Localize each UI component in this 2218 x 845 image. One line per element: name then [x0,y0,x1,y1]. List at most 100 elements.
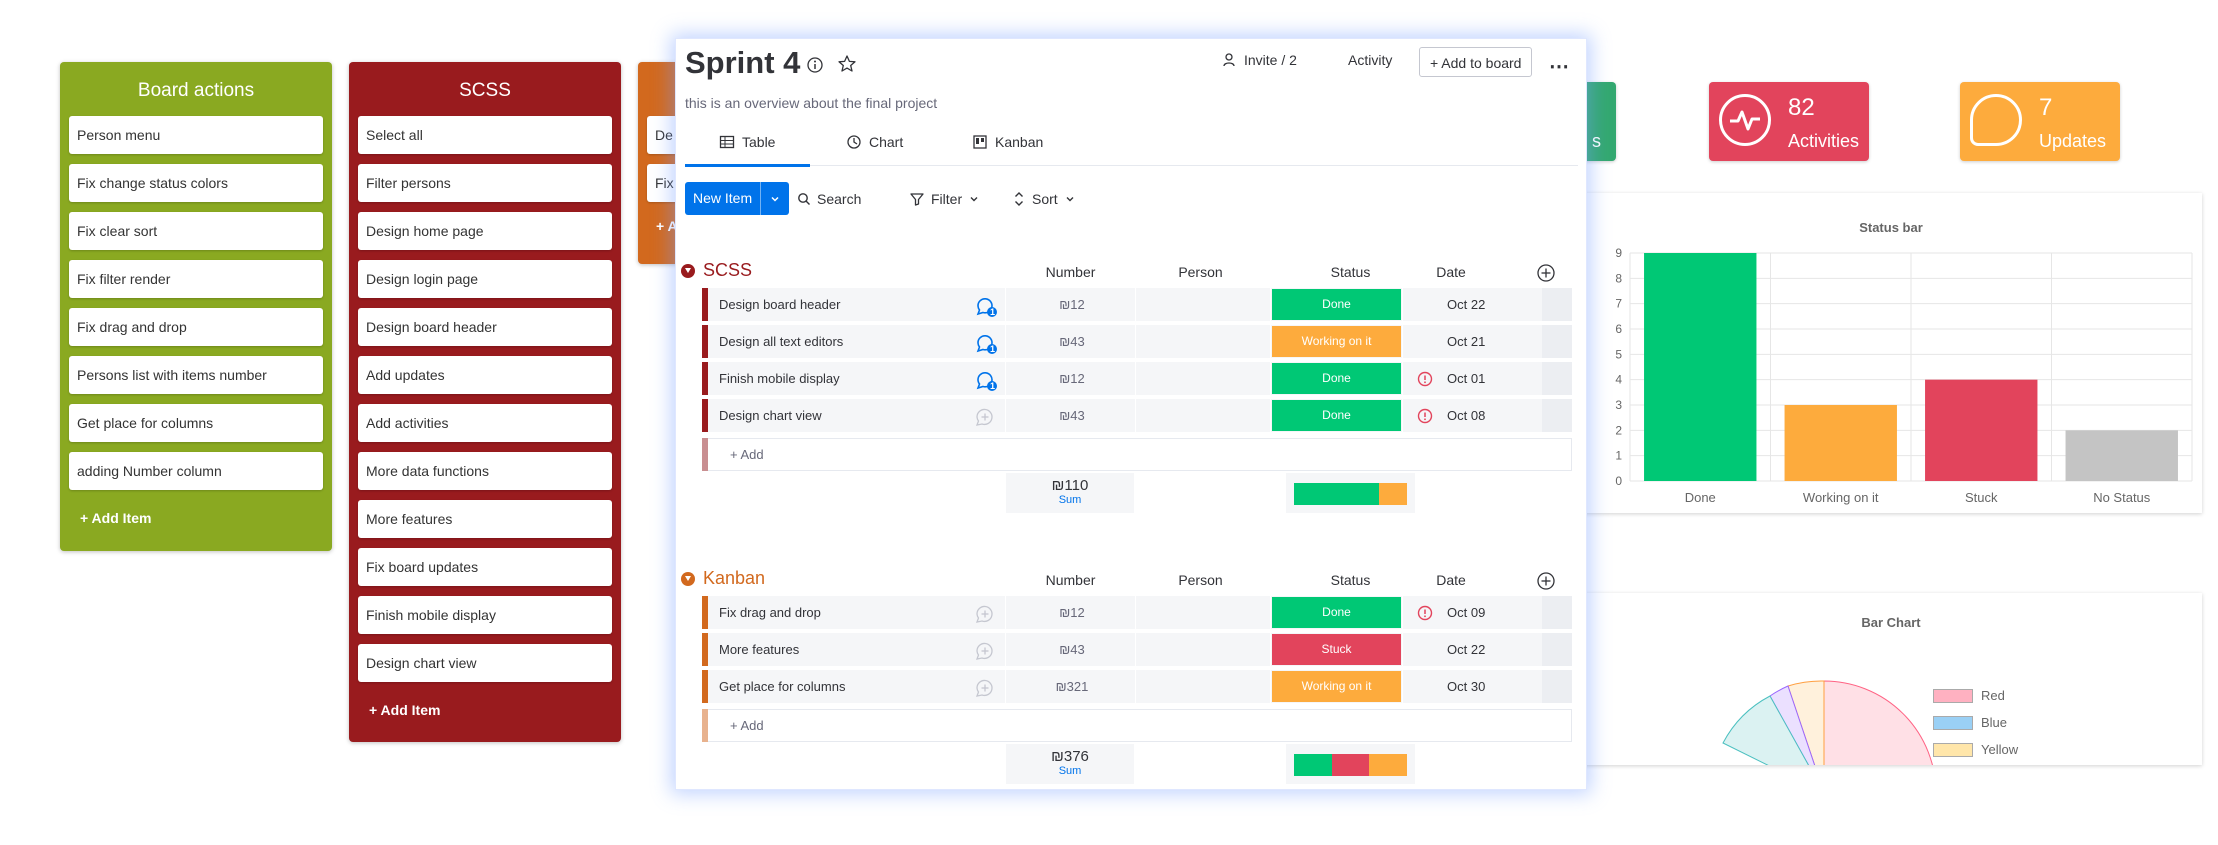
kanban-card[interactable]: More data functions [358,452,612,490]
add-to-board-button[interactable]: + Add to board [1419,47,1533,77]
number-cell[interactable]: ₪43 [1012,325,1132,358]
alert-icon[interactable] [1417,408,1433,424]
kanban-card[interactable]: Filter persons [358,164,612,202]
table-row[interactable]: More features ₪43 Stuck Oct 22 [702,633,1572,668]
new-item-button[interactable]: New Item [685,182,790,215]
alert-icon[interactable] [1417,605,1433,621]
search-button[interactable]: Search [797,182,861,215]
more-icon[interactable]: ⋯ [1549,54,1570,79]
kanban-card[interactable]: Persons list with items number [69,356,323,394]
star-icon[interactable] [837,54,857,79]
table-row[interactable]: Finish mobile display 1 ₪12 Done Oct 01 [702,362,1572,397]
kanban-card[interactable]: Fix drag and drop [69,308,323,346]
col-header-status[interactable]: Status [1286,572,1415,588]
kanban-card[interactable]: Finish mobile display [358,596,612,634]
kanban-card[interactable]: Design board header [358,308,612,346]
add-item-button[interactable]: + Add Item [60,500,332,544]
col-header-date[interactable]: Date [1416,572,1486,588]
col-header-number[interactable]: Number [1006,572,1135,588]
updates-icon[interactable]: 1 [975,333,997,354]
date-cell[interactable]: Oct 01 [1447,362,1507,395]
number-cell[interactable]: ₪43 [1012,633,1132,666]
item-name[interactable]: Get place for columns [719,670,845,703]
status-cell[interactable]: Working on it [1272,326,1401,357]
item-name[interactable]: Design chart view [719,399,822,432]
kanban-card[interactable]: Select all [358,116,612,154]
kanban-card[interactable]: Person menu [69,116,323,154]
status-cell[interactable]: Stuck [1272,634,1401,665]
updates-icon[interactable]: 1 [975,370,997,391]
legend-item[interactable]: Blue [1933,715,2018,730]
add-item-button[interactable]: + Add Item [349,692,621,736]
chevron-down-icon[interactable] [681,263,695,278]
item-name[interactable]: Design all text editors [719,325,843,358]
item-name[interactable]: More features [719,633,799,666]
status-cell[interactable]: Done [1272,400,1401,431]
status-cell[interactable]: Working on it [1272,671,1401,702]
col-header-person[interactable]: Person [1136,264,1265,280]
kanban-card[interactable]: Design login page [358,260,612,298]
info-icon[interactable] [806,56,824,79]
status-cell[interactable]: Done [1272,363,1401,394]
table-row[interactable]: Get place for columns ₪321 Working on it Oc… [702,670,1572,705]
item-name[interactable]: Fix drag and drop [719,596,821,629]
date-cell[interactable]: Oct 22 [1447,288,1507,321]
table-row[interactable]: Design all text editors 1 ₪43 Working on it… [702,325,1572,360]
kanban-card[interactable]: Design home page [358,212,612,250]
add-update-icon[interactable] [975,407,993,426]
date-cell[interactable]: Oct 30 [1447,670,1507,703]
group-title[interactable]: SCSS [681,260,752,281]
updates-icon[interactable]: 1 [975,296,997,317]
sort-button[interactable]: Sort [1012,182,1076,215]
table-row[interactable]: Design chart view ₪43 Done Oct 08 [702,399,1572,434]
add-item-row[interactable]: + Add [702,438,1572,471]
stat-updates[interactable]: 7 Updates [1960,82,2120,161]
item-name[interactable]: Design board header [719,288,840,321]
chevron-down-icon[interactable] [760,182,789,215]
status-cell[interactable]: Done [1272,289,1401,320]
kanban-card[interactable]: Fix change status colors [69,164,323,202]
kanban-card[interactable]: More features [358,500,612,538]
col-header-status[interactable]: Status [1286,264,1415,280]
add-column-icon[interactable] [1536,571,1556,596]
invite-button[interactable]: Invite / 2 [1222,52,1297,68]
kanban-card[interactable]: Add activities [358,404,612,442]
col-header-date[interactable]: Date [1416,264,1486,280]
alert-icon[interactable] [1417,371,1433,387]
number-cell[interactable]: ₪43 [1012,399,1132,432]
add-item-row[interactable]: + Add [702,709,1572,742]
legend-item[interactable]: Red [1933,688,2018,703]
date-cell[interactable]: Oct 22 [1447,633,1507,666]
add-update-icon[interactable] [975,604,993,623]
number-cell[interactable]: ₪12 [1012,288,1132,321]
board-title[interactable]: Sprint 4 [685,45,800,81]
legend-item[interactable]: Yellow [1933,742,2018,757]
number-cell[interactable]: ₪12 [1012,362,1132,395]
add-update-icon[interactable] [975,678,993,697]
table-row[interactable]: Design board header 1 ₪12 Done Oct 22 [702,288,1572,323]
tab-table[interactable]: Table [719,134,775,150]
kanban-card[interactable]: Fix board updates [358,548,612,586]
filter-button[interactable]: Filter [909,182,980,215]
add-column-icon[interactable] [1536,263,1556,288]
table-row[interactable]: Fix drag and drop ₪12 Done Oct 09 [702,596,1572,631]
activity-button[interactable]: Activity [1348,52,1392,68]
kanban-card[interactable]: Fix clear sort [69,212,323,250]
stat-activities[interactable]: 82 Activities [1709,82,1869,161]
tab-chart[interactable]: Chart [846,134,903,150]
kanban-card[interactable]: Design chart view [358,644,612,682]
chevron-down-icon[interactable] [681,571,695,586]
kanban-card[interactable]: adding Number column [69,452,323,490]
date-cell[interactable]: Oct 21 [1447,325,1507,358]
date-cell[interactable]: Oct 09 [1447,596,1507,629]
group-title[interactable]: Kanban [681,568,765,589]
status-cell[interactable]: Done [1272,597,1401,628]
col-header-number[interactable]: Number [1006,264,1135,280]
kanban-card[interactable]: Get place for columns [69,404,323,442]
col-header-person[interactable]: Person [1136,572,1265,588]
number-cell[interactable]: ₪12 [1012,596,1132,629]
number-cell[interactable]: ₪321 [1012,670,1132,703]
item-name[interactable]: Finish mobile display [719,362,840,395]
kanban-card[interactable]: Add updates [358,356,612,394]
add-update-icon[interactable] [975,641,993,660]
